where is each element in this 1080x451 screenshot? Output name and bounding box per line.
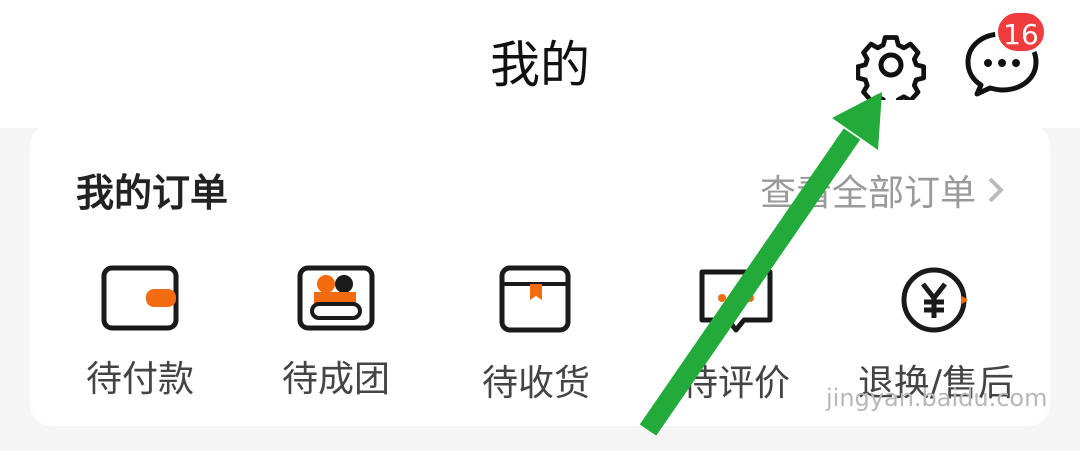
settings-gear-icon[interactable] (856, 30, 926, 100)
order-item-pending-payment[interactable]: 待付款 (40, 264, 240, 414)
order-item-pending-review[interactable]: 待评价 (636, 264, 836, 414)
message-badge: 16 (995, 10, 1047, 54)
order-item-pending-delivery[interactable]: 待收货 (436, 264, 636, 414)
order-item-label: 待付款 (85, 359, 194, 400)
watermark: jingyan.baidu.com (826, 384, 1048, 412)
order-item-label: 待收货 (481, 363, 590, 404)
wallet-icon (101, 265, 179, 331)
order-item-label: 待评价 (681, 363, 790, 404)
view-all-label: 查看全部订单 (759, 173, 976, 214)
order-item-pending-group[interactable]: 待成团 (236, 264, 436, 414)
view-all-orders-link[interactable]: 查看全部订单 (760, 164, 1006, 216)
chevron-right-icon (988, 177, 1004, 203)
orders-title: 我的订单 (76, 171, 229, 215)
review-icon (699, 269, 773, 333)
package-icon (499, 265, 571, 333)
refund-icon (901, 267, 968, 333)
top-header: 我的 16 (0, 0, 1080, 128)
group-icon (297, 265, 375, 331)
order-item-label: 待成团 (281, 359, 390, 400)
orders-card: 我的订单 查看全部订单 待付款 待成团 待收货 待评价 退换/售后 (30, 124, 1050, 426)
